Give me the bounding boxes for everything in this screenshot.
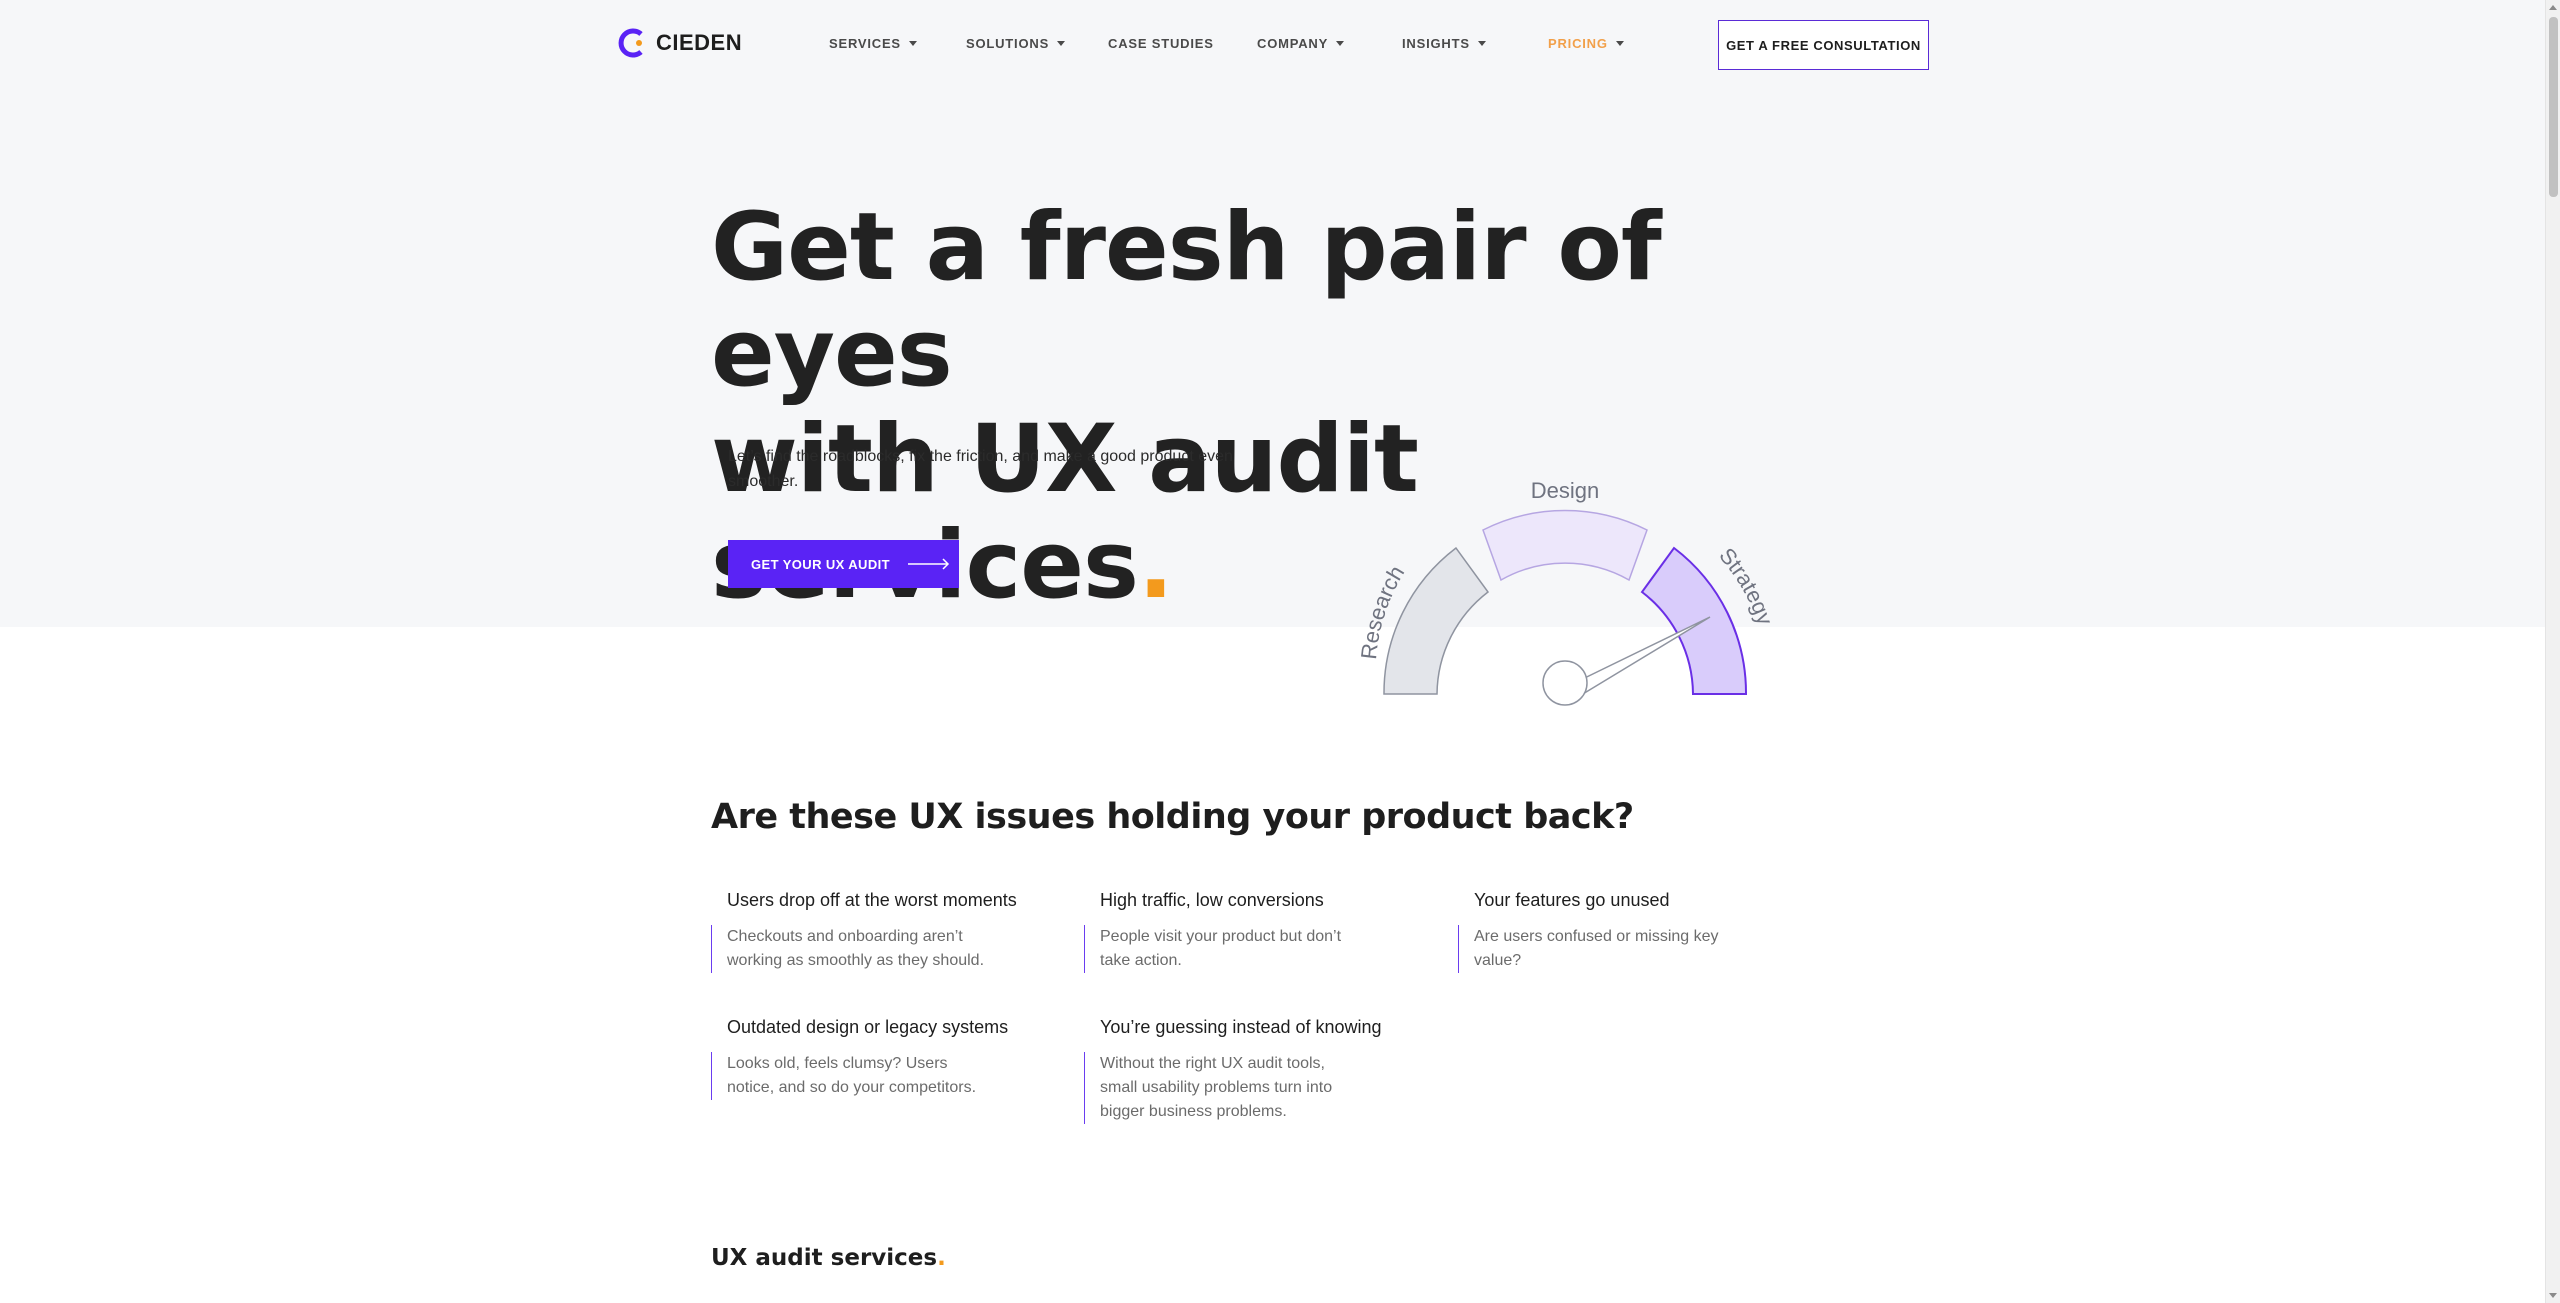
services-section-title: UX audit services. (711, 1245, 946, 1271)
ux-gauge-illustration: Research Design Strategy (1356, 478, 1778, 706)
issue-description: Are users confused or missing key value? (1458, 925, 1738, 973)
services-title-dot: . (937, 1245, 946, 1271)
issue-title: Users drop off at the worst moments (727, 890, 1017, 910)
chevron-down-icon (1336, 41, 1345, 46)
issue-card: You’re guessing instead of knowing Witho… (1084, 1017, 1414, 1124)
issue-title: High traffic, low conversions (1100, 890, 1324, 910)
page-scrollbar[interactable] (2545, 0, 2560, 1303)
issue-card: High traffic, low conversions People vis… (1084, 890, 1414, 973)
nav-solutions[interactable]: SOLUTIONS (966, 36, 1066, 51)
scrollbar-thumb[interactable] (2549, 17, 2558, 197)
logo-text: CIEDEN (656, 30, 743, 55)
issue-description: Checkouts and onboarding aren’t working … (711, 925, 991, 973)
cieden-logo-icon (618, 28, 643, 58)
issue-title: Your features go unused (1474, 890, 1670, 910)
issue-card: Your features go unused Are users confus… (1458, 890, 1788, 973)
nav-pricing-label: PRICING (1548, 36, 1608, 51)
issue-card: Outdated design or legacy systems Looks … (711, 1017, 1041, 1100)
gauge-segment-design (1482, 509, 1648, 582)
nav-insights-label: INSIGHTS (1402, 36, 1470, 51)
nav-company-label: COMPANY (1257, 36, 1329, 51)
issue-title: You’re guessing instead of knowing (1100, 1017, 1382, 1037)
issue-description: Looks old, feels clumsy? Users notice, a… (711, 1052, 991, 1100)
gauge-label-design: Design (1531, 478, 1599, 503)
nav-insights[interactable]: INSIGHTS (1402, 36, 1486, 51)
nav-case-studies[interactable]: CASE STUDIES (1108, 36, 1214, 51)
nav-solutions-label: SOLUTIONS (966, 36, 1050, 51)
chevron-down-icon (1057, 41, 1066, 46)
issue-card: Users drop off at the worst moments Chec… (711, 890, 1041, 973)
nav-company[interactable]: COMPANY (1257, 36, 1345, 51)
scroll-down-arrow-icon[interactable] (2549, 1293, 2557, 1298)
nav-services-label: SERVICES (829, 36, 901, 51)
issue-description: Without the right UX audit tools, small … (1084, 1052, 1364, 1124)
hero-title-line-1: Get a fresh pair of eyes (711, 193, 1662, 408)
services-title-text: UX audit services (711, 1245, 938, 1271)
arrow-right-icon (907, 558, 950, 570)
hero-subtitle: Let’s find the roadblocks, fix the frict… (728, 448, 1233, 490)
chevron-down-icon (1477, 41, 1486, 46)
logo[interactable]: CIEDEN (616, 26, 742, 60)
issues-section-title: Are these UX issues holding your product… (711, 797, 1634, 837)
issue-description: People visit your product but don’t take… (1084, 925, 1364, 973)
get-ux-audit-label: GET YOUR UX AUDIT (751, 556, 890, 572)
issue-title: Outdated design or legacy systems (727, 1017, 1009, 1037)
nav-pricing[interactable]: PRICING (1548, 36, 1624, 51)
chevron-down-icon (1615, 41, 1624, 46)
gauge-pivot (1542, 660, 1588, 706)
get-ux-audit-button[interactable]: GET YOUR UX AUDIT (728, 540, 959, 588)
hero-title-dot: . (1137, 511, 1174, 620)
scroll-up-arrow-icon[interactable] (2549, 5, 2557, 10)
nav-services[interactable]: SERVICES (829, 36, 917, 51)
nav-case-studies-label: CASE STUDIES (1108, 36, 1214, 51)
free-consultation-button[interactable]: GET A FREE CONSULTATION (1718, 20, 1929, 70)
chevron-down-icon (908, 41, 917, 46)
site-header: CIEDEN SERVICES SOLUTIONS CASE STUDIES C… (0, 0, 2545, 90)
